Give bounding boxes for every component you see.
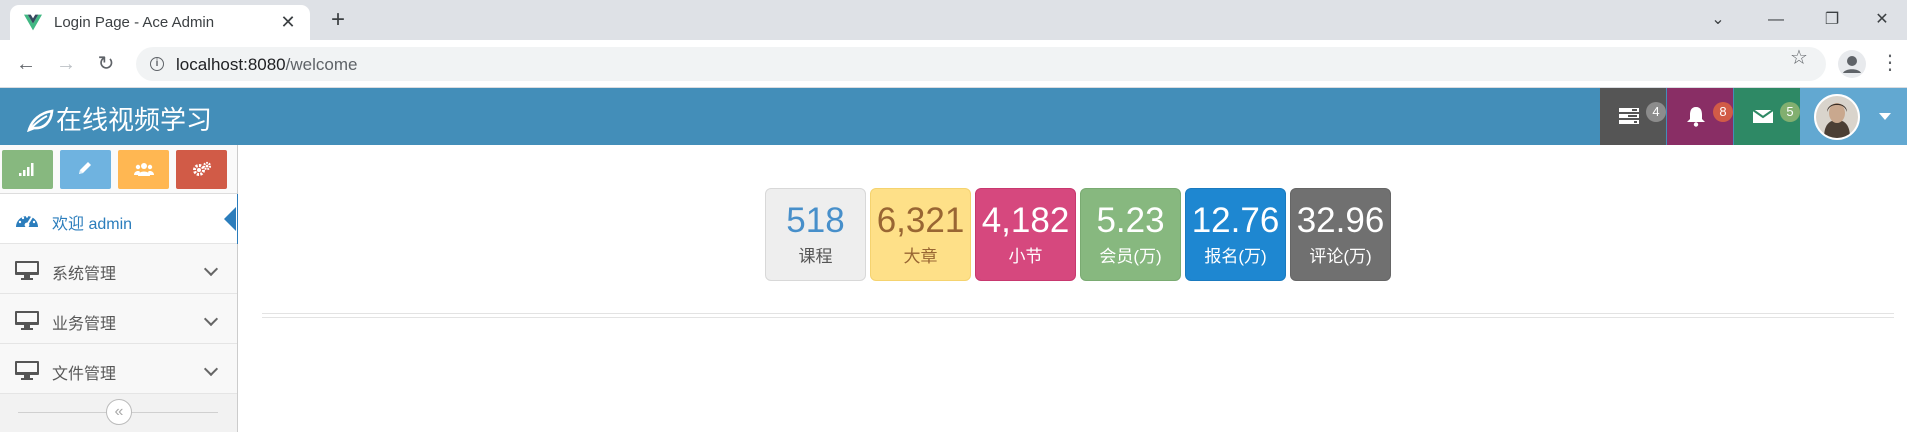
url-text: localhost:8080/welcome <box>176 55 358 74</box>
stat-value: 12.76 <box>1191 201 1280 240</box>
shortcut-stats-button[interactable] <box>2 150 53 189</box>
tasks-icon <box>1619 108 1639 124</box>
sidebar-collapse: « <box>0 396 237 432</box>
messages-button[interactable]: 5 <box>1734 88 1800 145</box>
tachometer-icon <box>16 215 38 228</box>
stat-comments: 32.96 评论(万) <box>1290 188 1391 281</box>
desktop-icon <box>15 361 39 380</box>
stat-value: 4,182 <box>981 201 1070 240</box>
close-icon[interactable]: ✕ <box>278 12 298 32</box>
sidebar: 欢迎 admin 系统管理 业务管理 文件管理 « <box>0 145 239 432</box>
tasks-badge: 4 <box>1646 102 1666 122</box>
window-close-icon[interactable]: ✕ <box>1858 5 1906 35</box>
sidebar-item-welcome[interactable]: 欢迎 admin <box>0 194 239 244</box>
shortcut-settings-button[interactable] <box>176 150 227 189</box>
active-indicator <box>224 207 236 231</box>
sidebar-item-business[interactable]: 业务管理 <box>0 294 237 344</box>
stat-value: 6,321 <box>876 201 965 240</box>
sidebar-item-label: 文件管理 <box>52 366 117 383</box>
address-bar[interactable]: i localhost:8080/welcome <box>136 47 1826 81</box>
chevron-down-icon <box>203 311 219 327</box>
back-icon[interactable]: ← <box>12 50 40 78</box>
pencil-icon <box>79 162 91 174</box>
browser-tabstrip: Login Page - Ace Admin ✕ + ⌄ — ❐ ✕ <box>0 0 1907 40</box>
stat-value: 32.96 <box>1296 201 1385 240</box>
brand-title: 在线视频学习 <box>56 105 213 135</box>
stat-members: 5.23 会员(万) <box>1080 188 1181 281</box>
stat-label: 报名(万) <box>1204 247 1267 266</box>
restore-icon[interactable]: ❐ <box>1808 5 1856 35</box>
stat-courses: 518 课程 <box>765 188 866 281</box>
caret-down-icon <box>1879 113 1891 120</box>
leaf-icon <box>27 109 54 132</box>
vue-favicon-icon <box>24 14 42 31</box>
stat-label: 课程 <box>798 247 833 266</box>
main-content: 518 课程 6,321 大章 4,182 小节 5.23 会员(万) 12.76 报名(万) 32… <box>238 145 1907 432</box>
messages-badge: 5 <box>1780 102 1800 122</box>
sidebar-shortcuts <box>0 145 237 194</box>
chevron-down-icon <box>203 361 219 377</box>
kebab-icon[interactable]: ⋮ <box>1880 50 1900 75</box>
signal-icon <box>19 163 34 176</box>
info-icon[interactable]: i <box>150 57 164 71</box>
plus-icon[interactable]: + <box>325 7 351 33</box>
browser-toolbar: ← → ↻ i localhost:8080/welcome ☆ ⋮ <box>0 40 1907 88</box>
stat-label: 大章 <box>903 247 938 266</box>
sidebar-item-label: 欢迎 admin <box>52 216 133 233</box>
tasks-button[interactable]: 4 <box>1600 88 1666 145</box>
minimize-icon[interactable]: — <box>1752 5 1800 35</box>
notifications-button[interactable]: 8 <box>1667 88 1733 145</box>
double-angle-left-icon[interactable]: « <box>106 399 132 425</box>
stat-label: 会员(万) <box>1099 247 1162 266</box>
avatar <box>1814 94 1860 140</box>
star-icon[interactable]: ☆ <box>1790 45 1808 70</box>
browser-tab[interactable]: Login Page - Ace Admin ✕ <box>10 5 310 40</box>
stat-chapters: 6,321 大章 <box>870 188 971 281</box>
stat-label: 评论(万) <box>1309 247 1372 266</box>
chevron-down-icon <box>203 261 219 277</box>
chevron-down-icon[interactable]: ⌄ <box>1694 5 1742 35</box>
cogs-icon <box>193 161 212 176</box>
sidebar-item-label: 系统管理 <box>52 266 117 283</box>
stat-enrollments: 12.76 报名(万) <box>1185 188 1286 281</box>
profile-icon[interactable] <box>1838 50 1866 78</box>
reload-icon[interactable]: ↻ <box>92 50 120 78</box>
hr-divider <box>262 313 1894 314</box>
forward-icon[interactable]: → <box>52 50 80 78</box>
brand[interactable]: 在线视频学习 <box>26 100 212 137</box>
hr-divider <box>262 317 1894 318</box>
bell-icon <box>1687 107 1705 127</box>
sidebar-item-label: 业务管理 <box>52 316 117 333</box>
users-icon <box>134 163 154 176</box>
tab-title: Login Page - Ace Admin <box>54 14 215 31</box>
sidebar-item-system[interactable]: 系统管理 <box>0 244 237 294</box>
envelope-icon <box>1752 109 1774 123</box>
desktop-icon <box>15 311 39 330</box>
stat-value: 5.23 <box>1096 201 1165 240</box>
desktop-icon <box>15 261 39 280</box>
stat-sections: 4,182 小节 <box>975 188 1076 281</box>
shortcut-users-button[interactable] <box>118 150 169 189</box>
stat-value: 518 <box>786 201 845 240</box>
app-navbar: 在线视频学习 4 8 5 <box>0 88 1907 145</box>
sidebar-item-files[interactable]: 文件管理 <box>0 344 237 394</box>
stat-label: 小节 <box>1008 247 1043 266</box>
user-menu[interactable] <box>1800 88 1907 145</box>
shortcut-edit-button[interactable] <box>60 150 111 189</box>
notifications-badge: 8 <box>1713 102 1733 122</box>
